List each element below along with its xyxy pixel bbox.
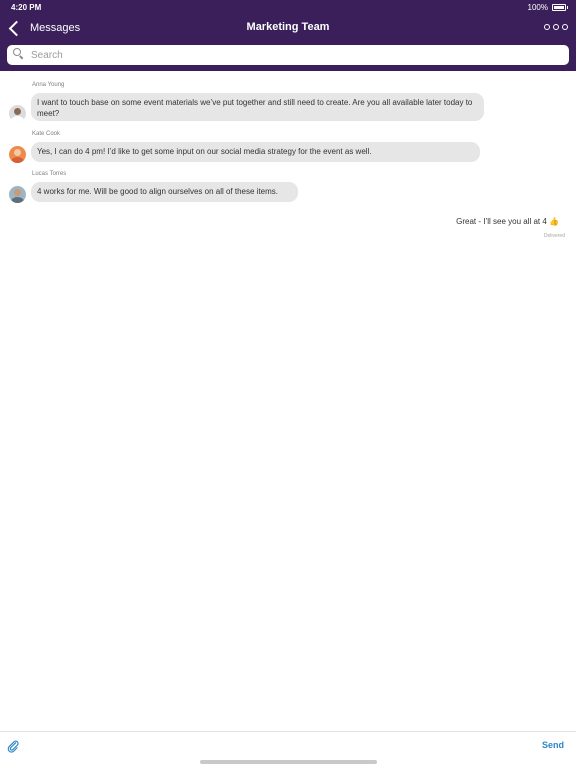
message-bubble[interactable]: I want to touch base on some event mater… — [31, 93, 484, 121]
message-bubble[interactable]: 4 works for me. Will be good to align ou… — [31, 182, 298, 202]
dot — [553, 24, 559, 30]
message-bubble[interactable]: Yes, I can do 4 pm! I’d like to get some… — [31, 142, 480, 162]
avatar-lucas-torres[interactable] — [9, 186, 26, 203]
avatar-head — [14, 189, 21, 196]
battery-percent: 100% — [527, 3, 548, 12]
sender-name: Anna Young — [32, 82, 65, 88]
status-bar: 4:20 PM 100% — [0, 0, 576, 14]
send-button[interactable]: Send — [542, 740, 564, 750]
status-time: 4:20 PM — [11, 3, 42, 12]
search-icon — [13, 48, 27, 62]
delivery-status: Delivered — [543, 233, 565, 239]
avatar-body — [11, 197, 24, 203]
avatar-body — [11, 157, 24, 163]
avatar-head — [14, 108, 21, 115]
home-indicator — [200, 760, 377, 764]
avatar-kate-cook[interactable] — [9, 146, 26, 163]
battery-icon — [552, 4, 568, 11]
page-title: Marketing Team — [246, 21, 330, 33]
nav-bar: Messages Marketing Team — [0, 14, 576, 42]
avatar-anna-young[interactable] — [9, 105, 26, 122]
search-input[interactable] — [29, 48, 553, 62]
more-dots-icon[interactable] — [544, 24, 568, 30]
avatar-body — [11, 116, 24, 122]
header-bar: 4:20 PM 100% Messages Marketing Team — [0, 0, 576, 71]
search-bar[interactable] — [7, 45, 569, 65]
dot — [562, 24, 568, 30]
avatar-head — [14, 149, 21, 156]
paperclip-icon[interactable] — [6, 739, 20, 753]
outgoing-message-bubble[interactable]: Great - I’ll see you all at 4 👍 — [448, 212, 567, 231]
sender-name: Kate Cook — [32, 131, 61, 137]
sender-name: Lucas Torres — [32, 171, 67, 177]
dot — [544, 24, 550, 30]
